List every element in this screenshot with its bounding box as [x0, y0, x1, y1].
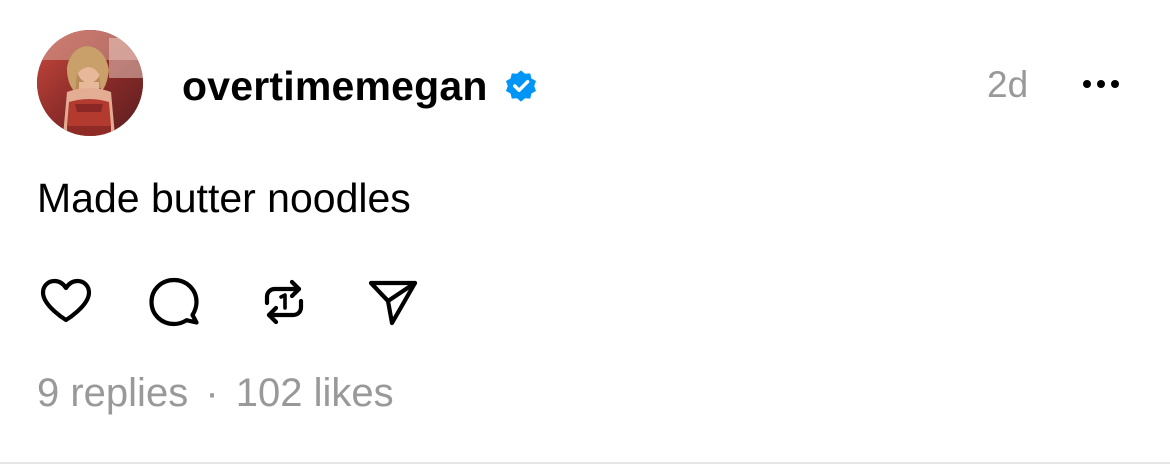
- stats-separator: ·: [205, 371, 219, 415]
- more-options-button[interactable]: [1078, 68, 1124, 100]
- share-button[interactable]: [364, 273, 422, 331]
- repost-button[interactable]: [255, 273, 313, 331]
- post-text: Made butter noodles: [37, 175, 411, 221]
- repost-icon: [264, 279, 304, 325]
- post-divider: [0, 462, 1170, 464]
- thread-post: overtimemegan 2d Made butter noodles 9 r…: [0, 0, 1170, 465]
- like-button[interactable]: [37, 273, 95, 331]
- reply-button[interactable]: [145, 273, 203, 331]
- author-row: overtimemegan: [182, 58, 540, 114]
- send-icon: [368, 280, 418, 326]
- verified-badge-icon: [505, 70, 536, 102]
- username[interactable]: overtimemegan: [182, 63, 488, 110]
- replies-count-link[interactable]: 9 replies: [37, 371, 188, 415]
- post-timestamp: 2d: [987, 64, 1029, 105]
- more-horizontal-icon: [1083, 80, 1119, 88]
- avatar[interactable]: [37, 30, 143, 136]
- comment-bubble-icon: [149, 277, 199, 327]
- profile-photo: [37, 30, 143, 136]
- heart-icon: [40, 278, 92, 323]
- likes-count-link[interactable]: 102 likes: [236, 371, 394, 415]
- post-stats: 9 replies · 102 likes: [37, 368, 394, 418]
